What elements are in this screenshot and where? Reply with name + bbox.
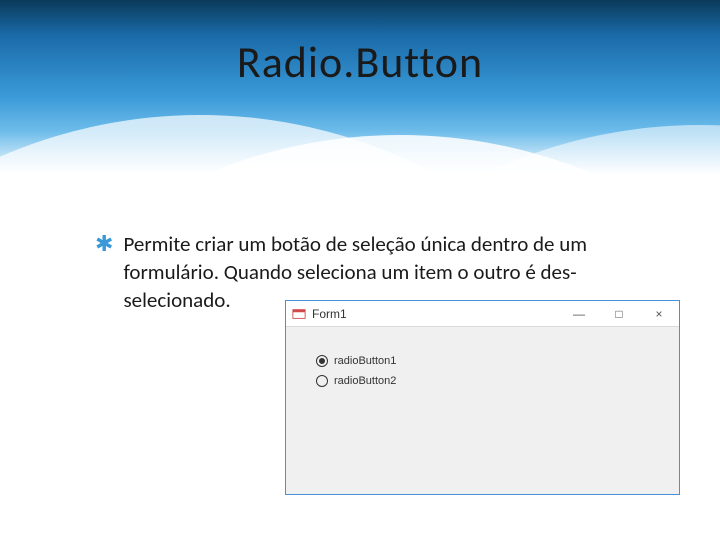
form-titlebar[interactable]: Form1 — □ × [286,301,679,327]
form-body: radioButton1 radioButton2 [286,327,679,423]
maximize-button[interactable]: □ [599,301,639,326]
slide-title: Radio.Button [0,0,720,89]
form-window: Form1 — □ × radioButton1 radioButton2 [285,300,680,495]
close-button[interactable]: × [639,301,679,326]
bullet-marker-icon: ✱ [95,230,113,258]
radio-option-2[interactable]: radioButton2 [316,375,649,387]
window-buttons: — □ × [559,301,679,326]
radio-indicator-icon [316,375,328,387]
minimize-button[interactable]: — [559,301,599,326]
radio-option-1[interactable]: radioButton1 [316,355,649,367]
radio-label: radioButton2 [334,375,396,387]
header-wave-decoration [0,85,720,175]
form-app-icon [292,307,306,321]
radio-indicator-icon [316,355,328,367]
slide-header: Radio.Button [0,0,720,175]
slide-content: ✱ Permite criar um botão de seleção únic… [0,175,720,314]
radio-label: radioButton1 [334,355,396,367]
form-title: Form1 [312,307,559,321]
